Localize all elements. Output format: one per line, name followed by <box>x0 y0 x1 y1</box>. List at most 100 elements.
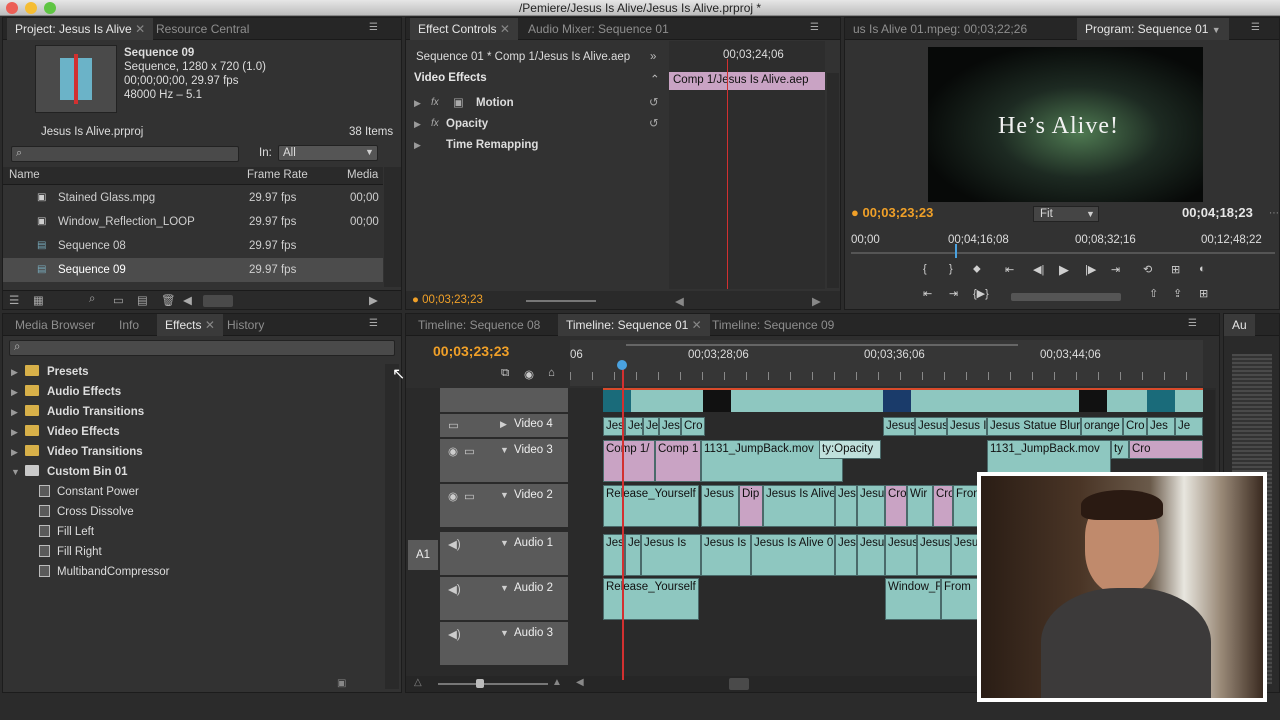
transition[interactable]: Cro <box>885 485 907 527</box>
snap-icon[interactable]: ⧉ <box>501 367 509 380</box>
audio-clip[interactable]: Jesu <box>857 534 885 576</box>
clip[interactable]: Jes <box>835 485 857 527</box>
collapse-icon[interactable]: ⌃ <box>650 72 660 86</box>
mark-in-icon[interactable]: { <box>923 263 927 275</box>
tab-project[interactable]: Project: Jesus Is Alive ✕ <box>7 18 154 40</box>
audio-clip[interactable]: Je <box>625 534 641 576</box>
tab-resource-central[interactable]: Resource Central <box>148 18 257 40</box>
project-row-selected[interactable]: ▤ Sequence 09 29.97 fps <box>3 258 383 282</box>
audio-clip[interactable]: Jesus Is Alive 0 <box>751 534 835 576</box>
panel-menu-icon[interactable]: ☰ <box>1188 319 1202 329</box>
loop-icon[interactable]: ⟲ <box>1143 263 1152 276</box>
new-item-icon[interactable]: ▤ <box>137 293 148 307</box>
go-to-next-edit-icon[interactable]: ⇥ <box>949 287 958 300</box>
options-icon[interactable]: ⋯ <box>1269 208 1279 219</box>
clip[interactable]: Jesus I <box>947 417 987 436</box>
list-view-icon[interactable]: ☰ <box>9 293 19 307</box>
clip[interactable]: Je <box>643 417 659 436</box>
clip[interactable]: Je <box>1175 417 1203 436</box>
effect-scrollbar[interactable] <box>827 73 839 288</box>
timeline-playhead[interactable] <box>622 362 624 680</box>
keyframe-icon[interactable]: ⌂ <box>548 367 555 379</box>
effects-scrollbar[interactable] <box>385 364 399 689</box>
zoom-window-button[interactable] <box>44 2 56 14</box>
timeline-timecode[interactable]: 00;03;23;23 <box>433 343 509 359</box>
opacity-label[interactable]: ty:Opacity <box>819 440 881 459</box>
zoom-slider[interactable] <box>526 300 596 302</box>
go-to-out-icon[interactable]: ⇥ <box>1111 263 1120 276</box>
film-icon[interactable]: ▭ <box>464 489 475 503</box>
go-to-previous-edit-icon[interactable]: ⇤ <box>923 287 932 300</box>
trash-icon[interactable]: 🗑 <box>161 293 176 307</box>
tab-audio-meters[interactable]: Au <box>1224 314 1255 336</box>
jog-shuttle[interactable] <box>1011 293 1121 301</box>
tab-timeline-seq01[interactable]: Timeline: Sequence 01 ✕ <box>558 314 710 336</box>
transition[interactable]: Cro <box>681 417 705 436</box>
tab-effect-controls[interactable]: Effect Controls ✕ <box>410 18 518 40</box>
track-header-video3[interactable]: ◉ ▭ ▼ Video 3 <box>440 439 568 483</box>
tab-effects[interactable]: Effects ✕ <box>157 314 223 336</box>
scroll-right-icon[interactable]: ▶ <box>812 294 821 308</box>
zoom-slider-thumb[interactable] <box>476 679 484 688</box>
audio-clip[interactable]: Jesus Is <box>641 534 701 576</box>
tab-media-browser[interactable]: Media Browser <box>7 314 103 336</box>
speaker-icon[interactable]: ◀) <box>448 582 461 596</box>
track-header-audio2[interactable]: ◀) ▼ Audio 2 <box>440 577 568 621</box>
clip[interactable]: Jesus <box>915 417 947 436</box>
effect-timecode-bottom[interactable]: ● 00;03;23;23 <box>412 294 483 306</box>
playhead-handle[interactable] <box>617 360 627 370</box>
clip[interactable]: Comp 1/ <box>603 440 655 482</box>
tab-audio-mixer[interactable]: Audio Mixer: Sequence 01 <box>520 18 677 40</box>
column-name[interactable]: Name <box>9 169 40 181</box>
program-current-timecode[interactable]: ● 00;03;23;23 <box>851 205 933 220</box>
film-icon[interactable]: ▭ <box>448 418 459 432</box>
clip[interactable]: Jesu <box>857 485 885 527</box>
eye-icon[interactable]: ◉ <box>448 489 458 503</box>
track-header-video2[interactable]: ◉ ▭ ▼ Video 2 <box>440 484 568 528</box>
audio-clip[interactable]: Jes <box>835 534 857 576</box>
speaker-icon[interactable]: ◀) <box>448 627 461 641</box>
panel-menu-icon[interactable]: ☰ <box>810 23 824 33</box>
clip[interactable]: Jes <box>659 417 681 436</box>
transition[interactable]: Cro <box>1129 440 1203 459</box>
timeline-zoom-slider[interactable] <box>438 683 548 685</box>
horizontal-scroll-thumb[interactable] <box>203 295 233 307</box>
step-forward-icon[interactable]: |▶ <box>1085 263 1096 276</box>
panel-menu-icon[interactable]: ☰ <box>369 23 383 33</box>
lift-icon[interactable]: ⇧ <box>1149 287 1158 300</box>
project-row[interactable]: ▣ Stained Glass.mpg 29.97 fps 00;00 <box>3 186 383 210</box>
track-header-audio3[interactable]: ◀) ▼ Audio 3 <box>440 622 568 666</box>
audio-clip[interactable]: Release_Yourself <box>603 578 699 620</box>
tab-history[interactable]: History <box>219 314 272 336</box>
export-frame-icon[interactable]: ◐ <box>1199 263 1206 275</box>
scroll-left-icon[interactable]: ◀ <box>576 677 584 688</box>
minimize-window-button[interactable] <box>25 2 37 14</box>
icon-view-icon[interactable]: ▦ <box>33 293 44 307</box>
audio-clip[interactable]: Jesus <box>885 534 917 576</box>
new-bin-icon[interactable]: ▭ <box>113 293 124 307</box>
tab-source-monitor[interactable]: us Is Alive 01.mpeg: 00;03;22;26 <box>845 18 1035 40</box>
eye-icon[interactable]: ◉ <box>448 444 458 458</box>
extract-icon[interactable]: ⇪ <box>1173 287 1182 300</box>
program-time-ruler[interactable]: 00;00 00;04;16;08 00;08;32;16 00;12;48;2… <box>851 228 1275 258</box>
in-dropdown[interactable]: All ▼ <box>278 145 378 161</box>
clip[interactable]: Release_Yourself <box>603 485 699 527</box>
column-frame-rate[interactable]: Frame Rate <box>247 169 308 181</box>
play-in-to-out-icon[interactable]: {▶} <box>973 287 989 300</box>
clip[interactable]: Jesus Is Alive <box>763 485 835 527</box>
clip[interactable]: Jesus I <box>701 485 739 527</box>
clip[interactable]: Jes <box>1147 417 1175 436</box>
audio-clip[interactable]: Jesus <box>917 534 951 576</box>
transition[interactable]: Dip <box>739 485 763 527</box>
clip[interactable]: Jesus <box>883 417 915 436</box>
fit-dropdown[interactable]: Fit ▼ <box>1033 206 1099 222</box>
clip[interactable]: Wir <box>907 485 933 527</box>
safe-margins-icon[interactable]: ⊞ <box>1171 263 1180 276</box>
clip[interactable]: Jesus Statue Blur <box>987 417 1081 436</box>
audio-clip[interactable]: From <box>941 578 981 620</box>
panel-menu-icon[interactable]: ☰ <box>369 319 383 329</box>
clip[interactable]: orange <box>1081 417 1123 436</box>
film-icon[interactable]: ▭ <box>464 444 475 458</box>
audio-clip[interactable]: Jesus Is <box>701 534 751 576</box>
effect-clip-bar[interactable]: Comp 1/Jesus Is Alive.aep <box>669 72 825 90</box>
